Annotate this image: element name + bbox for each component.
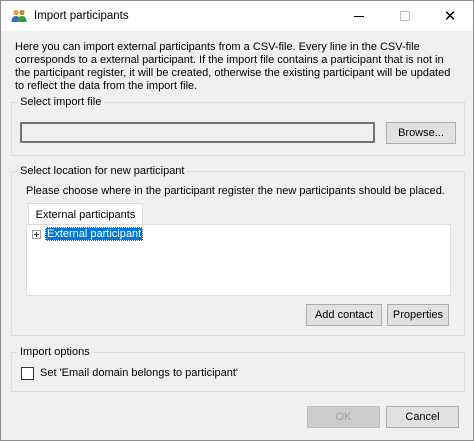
participant-tree[interactable]: External participant	[26, 224, 451, 296]
import-options-group-label: Import options	[17, 345, 93, 359]
properties-button[interactable]: Properties	[387, 304, 449, 326]
location-group-label: Select location for new participant	[17, 164, 188, 178]
import-options-group: Import options Set 'Email domain belongs…	[11, 345, 465, 392]
browse-button[interactable]: Browse...	[386, 122, 456, 144]
import-file-group-label: Select import file	[17, 95, 105, 109]
import-file-path-input[interactable]	[20, 122, 375, 143]
minimize-icon	[354, 15, 364, 17]
window-title: Import participants	[34, 10, 129, 22]
email-domain-checkbox[interactable]	[21, 367, 34, 380]
location-group: Select location for new participant Plea…	[11, 164, 465, 336]
title-bar[interactable]: Import participants ✕	[1, 1, 473, 31]
import-participants-dialog: Import participants ✕ Here you can impor…	[0, 0, 474, 441]
maximize-button[interactable]	[382, 1, 428, 31]
maximize-icon	[400, 11, 410, 21]
location-hint-text: Please choose where in the participant r…	[26, 185, 445, 197]
minimize-button[interactable]	[336, 1, 382, 31]
tab-external-participants[interactable]: External participants	[28, 203, 143, 225]
dialog-description: Here you can import external participant…	[15, 41, 451, 92]
expand-plus-icon[interactable]	[32, 230, 41, 239]
cancel-button[interactable]: Cancel	[386, 406, 459, 428]
import-file-group: Select import file Browse...	[11, 95, 465, 156]
ok-button[interactable]: OK	[307, 406, 380, 428]
close-icon: ✕	[443, 6, 457, 25]
add-contact-button[interactable]: Add contact	[306, 304, 382, 326]
tree-node-external-participant[interactable]: External participant	[45, 227, 144, 241]
close-button[interactable]: ✕	[427, 1, 473, 31]
email-domain-checkbox-label[interactable]: Set 'Email domain belongs to participant…	[40, 367, 238, 379]
participants-icon	[11, 9, 27, 22]
